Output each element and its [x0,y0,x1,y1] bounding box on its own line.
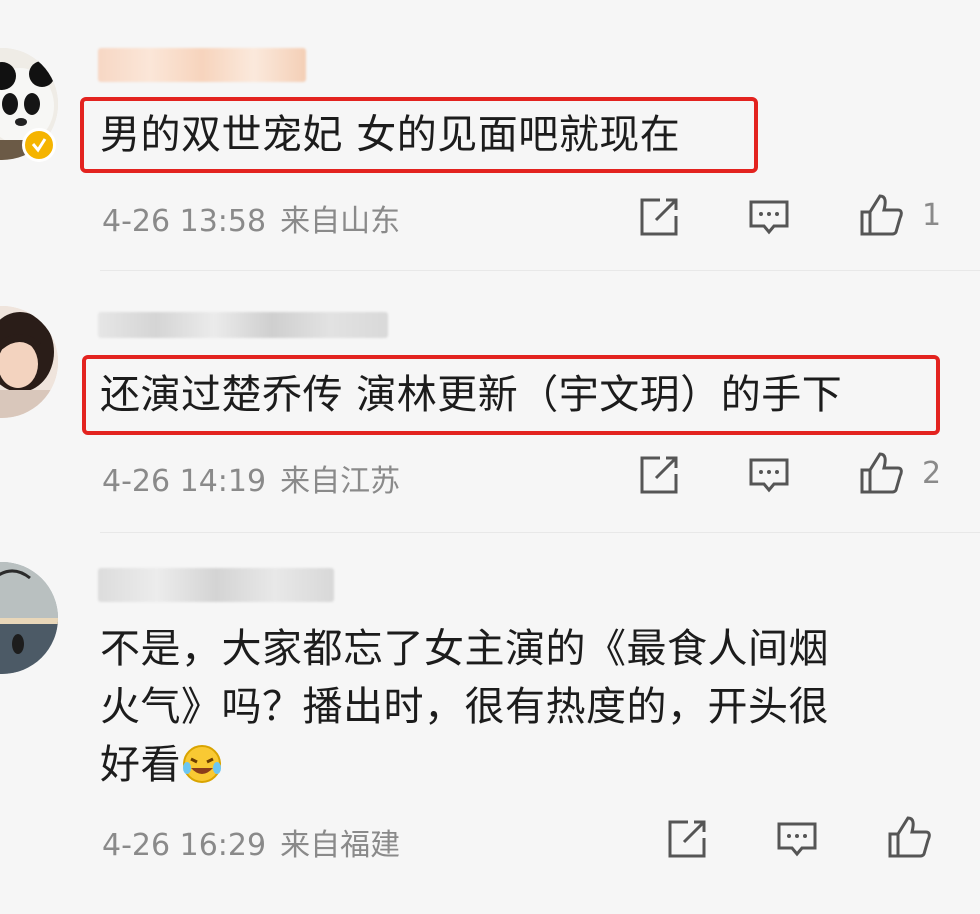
comment-text: 还演过楚乔传 演林更新（宇文玥）的手下 [100,372,843,418]
comment-location: 来自福建 [280,828,401,863]
sunset-avatar-icon [0,562,58,674]
comment-location: 来自山东 [280,204,401,239]
like-button[interactable] [858,192,904,238]
comment-text-line-3: 好看 [100,736,223,794]
like-button[interactable] [858,450,904,496]
avatar[interactable] [0,306,58,418]
username-blurred[interactable] [98,568,334,602]
repost-icon [640,456,678,494]
repost-icon [640,198,678,236]
like-count: 1 [922,198,942,233]
comment-button[interactable] [746,452,792,498]
comment-icon [749,200,789,235]
comment-item-3: 不是，大家都忘了女主演的《最食人间烟 火气》吗？播出时，很有热度的，开头很 好看… [0,532,980,914]
check-icon [31,138,47,153]
comment-meta: 4-26 16:29 来自福建 [102,820,400,864]
repost-button[interactable] [664,816,710,862]
comment-meta: 4-26 14:19 来自江苏 [102,456,400,500]
comment-text-line-1: 不是，大家都忘了女主演的《最食人间烟 [100,626,829,672]
comment-item-2: 还演过楚乔传 演林更新（宇文玥）的手下 4-26 14:19 来自江苏 2 [0,270,980,532]
thumbs-up-icon [860,452,903,494]
comment-text-line-2: 火气》吗？播出时，很有热度的，开头很 [100,684,829,730]
comment-button[interactable] [746,194,792,240]
comment-icon [777,822,817,857]
comment-meta: 4-26 13:58 来自山东 [102,196,400,240]
like-count: 2 [922,456,942,491]
repost-icon [668,820,706,858]
comment-date: 4-26 16:29 [102,828,267,863]
comment-item-1: 男的双世宠妃 女的见面吧就现在 4-26 13:58 来自山东 1 [0,0,980,270]
laugh-cry-emoji-icon [181,742,223,784]
verified-badge [22,128,56,162]
comment-text: 男的双世宠妃 女的见面吧就现在 [100,112,681,158]
repost-button[interactable] [636,194,682,240]
comment-location: 来自江苏 [280,464,401,499]
girl-avatar-icon [0,306,58,418]
comment-button[interactable] [774,816,820,862]
avatar[interactable] [0,562,58,674]
username-blurred[interactable] [98,312,388,338]
username-blurred[interactable] [98,48,306,82]
comment-date: 4-26 14:19 [102,464,267,499]
thumbs-up-icon [860,194,903,236]
like-button[interactable] [886,814,932,860]
comment-text: 好看 [100,742,181,788]
comment-icon [749,458,789,493]
repost-button[interactable] [636,452,682,498]
thumbs-up-icon [888,816,931,858]
comment-date: 4-26 13:58 [102,204,267,239]
